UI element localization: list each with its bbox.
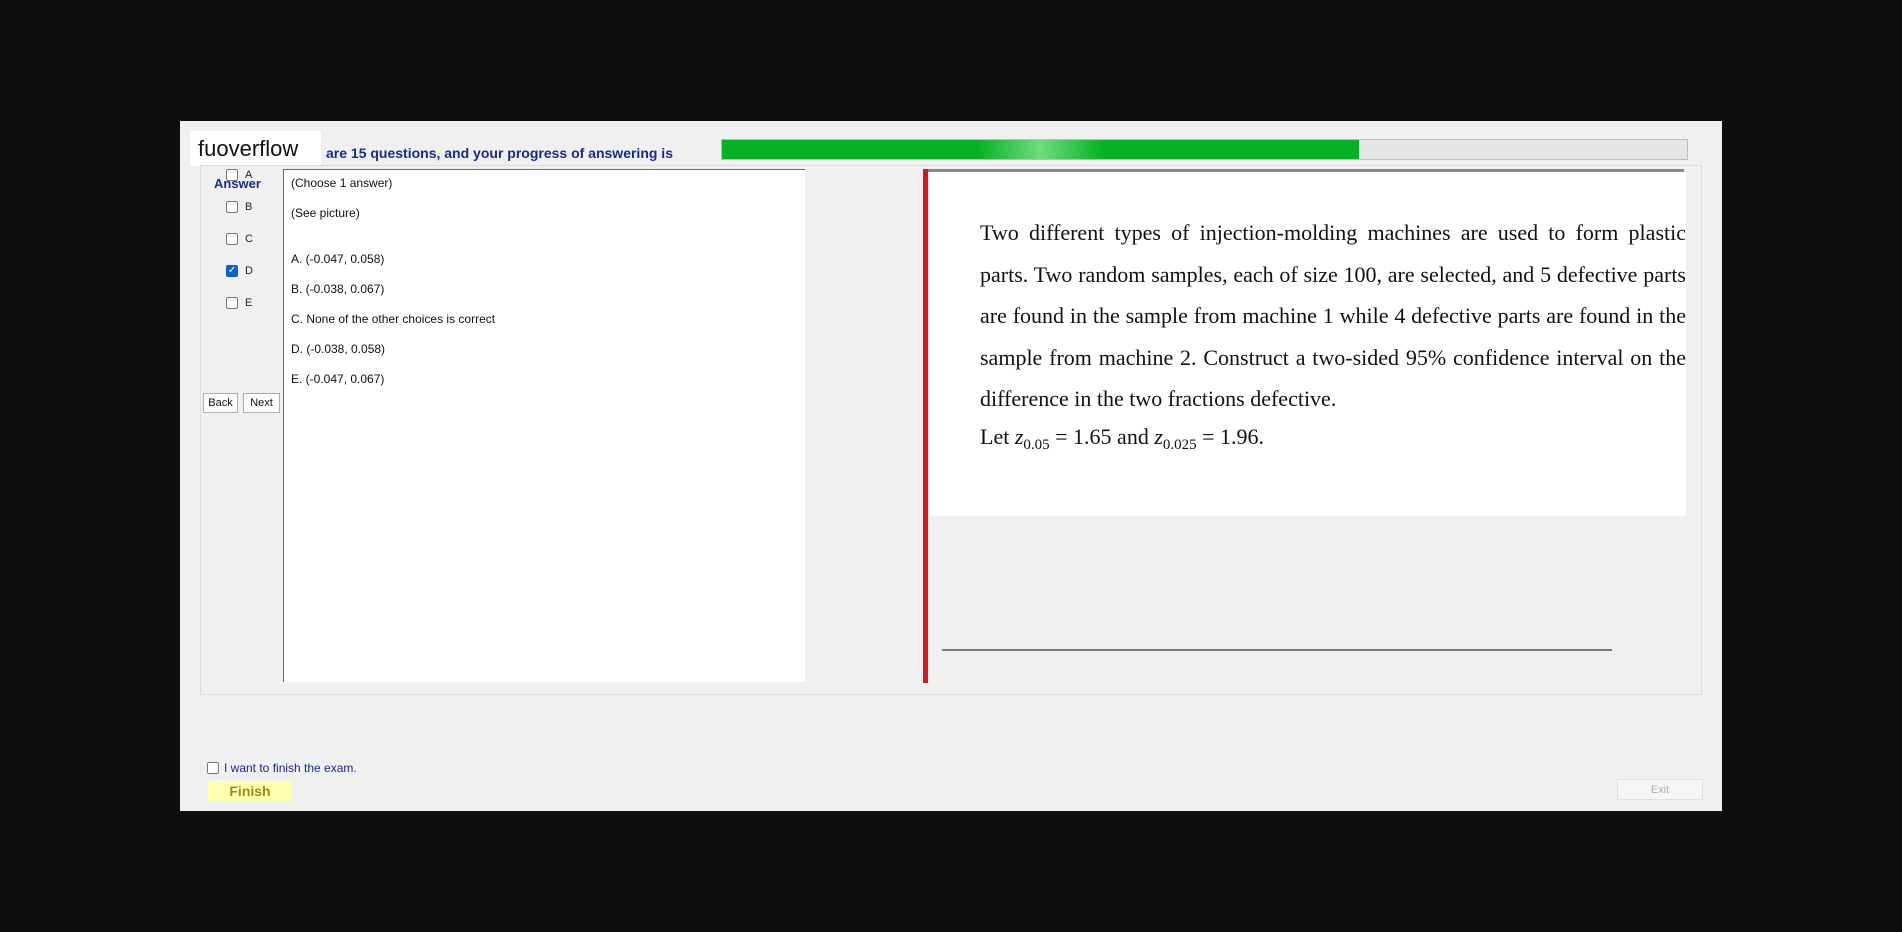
question-instruction: (Choose 1 answer) xyxy=(291,176,393,190)
answer-option-c[interactable]: C xyxy=(226,231,286,247)
let-text: Let xyxy=(980,424,1010,449)
checkbox-c[interactable] xyxy=(226,233,238,245)
answer-option-label: D xyxy=(245,265,253,277)
z-subscript: 0.05 xyxy=(1023,437,1050,453)
checkbox-a[interactable] xyxy=(226,169,238,181)
z-subscript: 0.025 xyxy=(1162,437,1197,453)
finish-exam-label: I want to finish the exam. xyxy=(224,761,357,775)
equation-part: = 1.65 and xyxy=(1049,424,1155,449)
question-picture: Two different types of injection-molding… xyxy=(930,172,1686,516)
answer-option-label: B xyxy=(245,201,253,213)
exit-button[interactable]: Exit xyxy=(1617,779,1703,800)
picture-viewer: Two different types of injection-molding… xyxy=(928,169,1688,683)
next-button[interactable]: Next xyxy=(243,393,280,413)
checkbox-e[interactable] xyxy=(226,297,238,309)
problem-text: Two different types of injection-molding… xyxy=(980,220,1686,411)
horizontal-scrollbar[interactable] xyxy=(942,649,1612,651)
checkbox-d[interactable]: ✓ xyxy=(226,265,238,277)
answer-option-label: E xyxy=(245,297,253,309)
answer-option-d[interactable]: ✓ D xyxy=(226,263,286,279)
answer-option-b[interactable]: B xyxy=(226,199,286,215)
logo: fuoverflow xyxy=(190,131,321,166)
choice-c: C. None of the other choices is correct xyxy=(291,312,496,326)
answer-option-e[interactable]: E xyxy=(226,295,286,311)
finish-exam-checkbox-row[interactable]: I want to finish the exam. xyxy=(207,761,357,775)
progress-bar-fill xyxy=(722,140,1359,159)
z-values-line: Let z0.05 = 1.65 and z0.025 = 1.96. xyxy=(980,424,1264,454)
choice-e: E. (-0.047, 0.067) xyxy=(291,372,385,386)
choice-d: D. (-0.038, 0.058) xyxy=(291,342,386,356)
check-icon: ✓ xyxy=(227,265,237,276)
exam-window: fuoverflow are 15 questions, and your pr… xyxy=(180,121,1722,811)
answer-option-label: C xyxy=(245,233,253,245)
choice-a: A. (-0.047, 0.058) xyxy=(291,252,385,266)
progress-bar xyxy=(721,139,1688,160)
back-button[interactable]: Back xyxy=(203,393,238,413)
finish-exam-checkbox[interactable] xyxy=(207,762,219,774)
checkbox-b[interactable] xyxy=(226,201,238,213)
answer-option-label: A xyxy=(245,169,253,181)
equation-part: = 1.96. xyxy=(1196,424,1265,449)
finish-button[interactable]: Finish xyxy=(208,781,292,801)
question-see-picture: (See picture) xyxy=(291,206,360,220)
choice-b: B. (-0.038, 0.067) xyxy=(291,282,385,296)
progress-text: are 15 questions, and your progress of a… xyxy=(326,145,673,161)
question-panel: (Choose 1 answer) (See picture) A. (-0.0… xyxy=(283,169,805,682)
z-variable: z xyxy=(1154,424,1163,449)
answer-option-a[interactable]: A xyxy=(226,167,286,183)
